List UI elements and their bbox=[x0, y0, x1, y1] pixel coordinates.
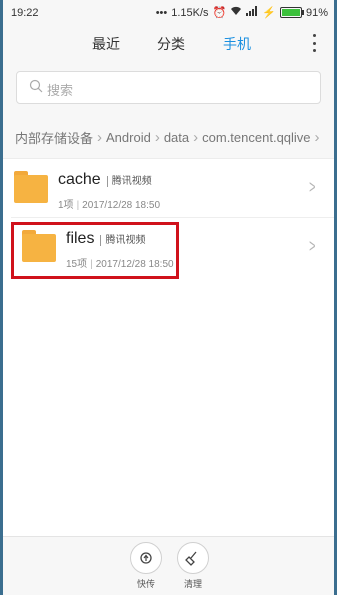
search-icon bbox=[29, 79, 43, 93]
signal-icon bbox=[246, 6, 258, 19]
top-tabs: 最近 分类 手机 bbox=[3, 26, 334, 60]
breadcrumb-item-storage[interactable]: 内部存储设备 bbox=[15, 128, 93, 147]
chevron-right-icon: > bbox=[309, 236, 316, 256]
breadcrumb: 内部存储设备 › Android › data › com.tencent.qq… bbox=[3, 114, 334, 152]
chevron-right-icon: › bbox=[97, 129, 103, 146]
network-speed: 1.15K/s bbox=[171, 6, 209, 19]
wifi-icon bbox=[230, 6, 242, 19]
item-count: 1项 bbox=[58, 200, 74, 211]
chevron-right-icon: › bbox=[193, 129, 199, 146]
chevron-right-icon: › bbox=[154, 129, 160, 146]
file-list: cache 腾讯视频 1项 | 2017/12/28 18:50 > files 腾… bbox=[3, 158, 334, 537]
clean-button[interactable]: 清理 bbox=[176, 542, 210, 590]
list-item-cache[interactable]: cache 腾讯视频 1项 | 2017/12/28 18:50 > bbox=[3, 159, 334, 217]
broom-icon bbox=[185, 551, 197, 566]
bottom-toolbar: 快传 清理 bbox=[3, 536, 334, 595]
search-placeholder: 搜索 bbox=[47, 83, 74, 98]
transfer-icon bbox=[140, 552, 152, 564]
search-input[interactable]: 搜索 bbox=[16, 71, 321, 104]
status-icons: ••• 1.15K/s ⏰ ⚡ 91% bbox=[156, 6, 328, 19]
battery-percent: 91% bbox=[305, 6, 328, 19]
tab-phone[interactable]: 手机 bbox=[223, 34, 251, 54]
status-bar: 19:22 ••• 1.15K/s ⏰ ⚡ 91% bbox=[3, 0, 334, 26]
folder-icon bbox=[14, 171, 48, 203]
battery-icon bbox=[279, 7, 304, 18]
more-dots-icon: ••• bbox=[155, 6, 168, 19]
folder-name: cache bbox=[58, 171, 101, 188]
tab-category[interactable]: 分类 bbox=[157, 34, 185, 54]
transfer-button[interactable]: 快传 bbox=[129, 542, 163, 590]
search-area: 搜索 bbox=[3, 60, 334, 114]
charging-icon: ⚡ bbox=[262, 7, 276, 19]
transfer-label: 快传 bbox=[136, 579, 155, 589]
breadcrumb-item-package[interactable]: com.tencent.qqlive bbox=[202, 130, 310, 145]
file-manager-screen: 19:22 ••• 1.15K/s ⏰ ⚡ 91% 最近 分类 手机 搜索 内部… bbox=[3, 0, 334, 595]
more-menu-button[interactable] bbox=[310, 34, 318, 52]
chevron-right-icon: > bbox=[309, 177, 316, 197]
modified-date: 2017/12/28 18:50 bbox=[82, 200, 161, 211]
breadcrumb-item-data[interactable]: data bbox=[164, 130, 189, 145]
chevron-right-icon: › bbox=[314, 129, 320, 146]
alarm-icon: ⏰ bbox=[212, 7, 227, 19]
selection-highlight bbox=[11, 222, 179, 279]
clean-label: 清理 bbox=[183, 579, 202, 589]
status-time: 19:22 bbox=[11, 7, 39, 19]
app-tag: 腾讯视频 bbox=[106, 176, 152, 187]
breadcrumb-item-android[interactable]: Android bbox=[106, 130, 151, 145]
tab-recent[interactable]: 最近 bbox=[92, 34, 120, 54]
